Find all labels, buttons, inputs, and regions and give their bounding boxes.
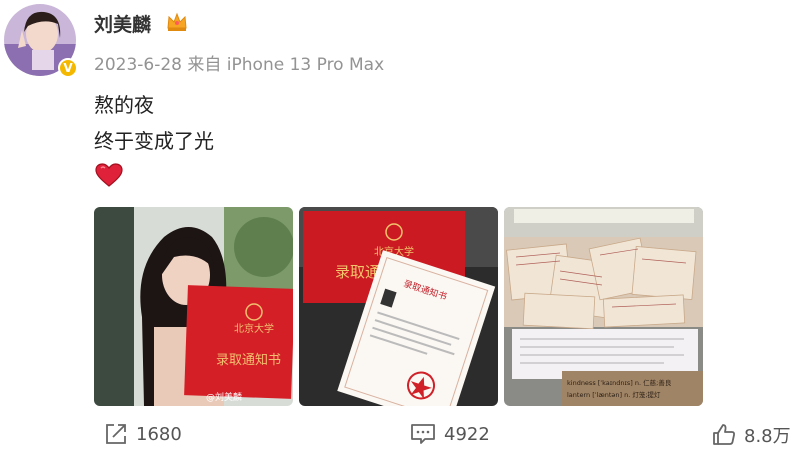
photo1-seal-text: 北京大学 <box>234 322 274 335</box>
photo-admission-letter[interactable]: 北京大学 录取通 录取通知书 <box>299 207 498 406</box>
comment-button[interactable]: 4922 <box>410 422 490 446</box>
photo1-folder-text: 录取通知书 <box>216 352 281 368</box>
photo2-folder-text: 录取通 <box>335 263 380 281</box>
photo-study-notes[interactable]: kindness [ˈkaɪndnɪs] n. 仁慈;善良 lantern [ˈ… <box>504 207 703 406</box>
crown-icon <box>167 12 187 31</box>
repost-icon <box>106 424 126 444</box>
post-meta: 2023-6-28 来自 iPhone 13 Pro Max <box>94 50 384 75</box>
comment-icon <box>411 424 435 444</box>
comment-count: 4922 <box>444 423 490 445</box>
verified-badge-icon: V <box>58 58 78 78</box>
post-date[interactable]: 2023-6-28 <box>94 55 182 75</box>
photo3-card-line2: lantern [ˈlæntən] n. 灯笼;提灯 <box>567 390 661 399</box>
heart-icon <box>95 163 123 187</box>
like-count: 8.8万 <box>744 426 791 447</box>
post-text-line-2: 终于变成了光 <box>94 129 214 153</box>
repost-count: 1680 <box>136 423 182 445</box>
photo1-watermark: @刘美麟 <box>206 391 242 403</box>
photo-selfie[interactable]: 北京大学 录取通知书 @刘美麟 <box>94 207 293 406</box>
photo3-card-line1: kindness [ˈkaɪndnɪs] n. 仁慈;善良 <box>567 378 672 387</box>
like-button[interactable]: 8.8万 <box>712 422 791 448</box>
username[interactable]: 刘美麟 <box>94 10 151 37</box>
post-source: 来自 iPhone 13 Pro Max <box>187 55 385 75</box>
post-text-line-1: 熬的夜 <box>94 93 154 117</box>
repost-button[interactable]: 1680 <box>104 422 182 446</box>
thumbs-up-icon <box>713 424 735 445</box>
